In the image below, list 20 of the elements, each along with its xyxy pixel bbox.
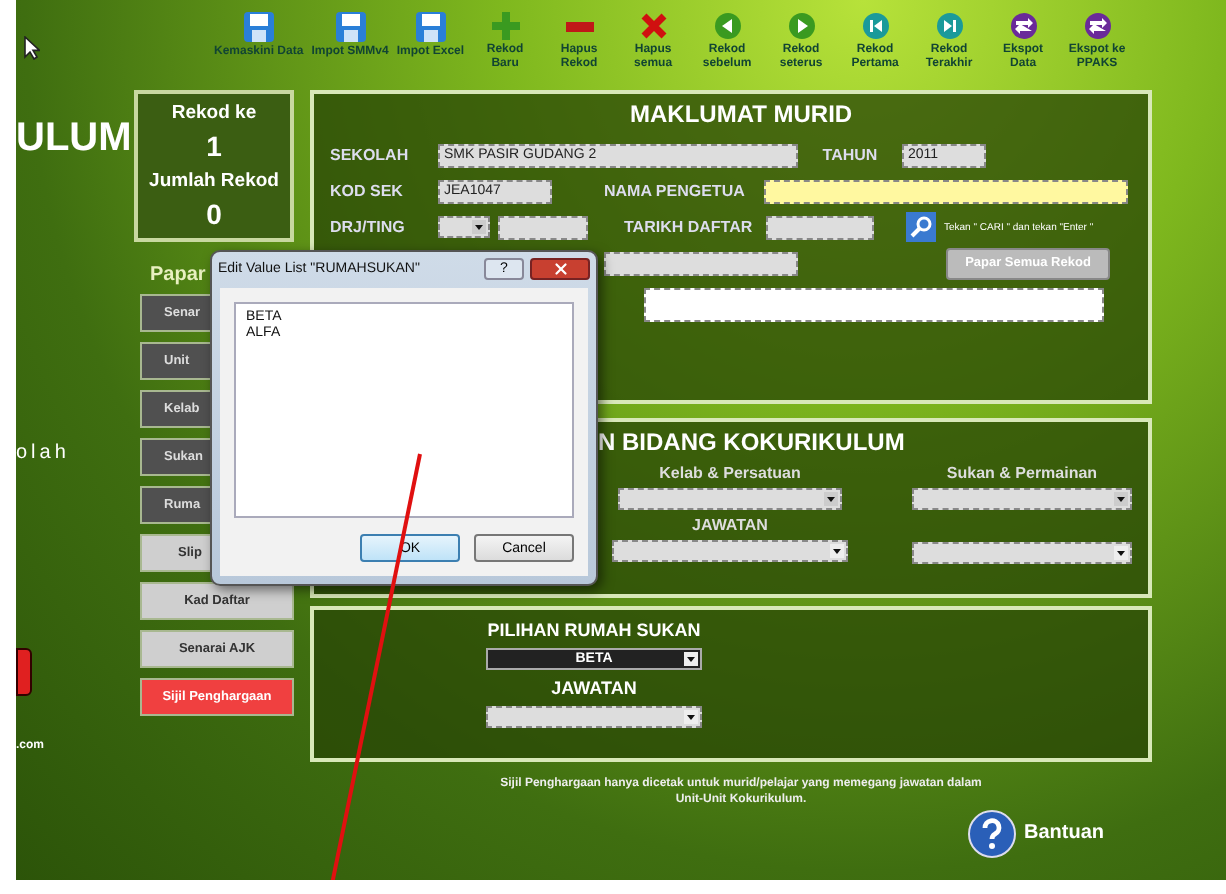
field-label: KOD SEK	[330, 182, 405, 200]
field-label: TARIKH DAFTAR	[622, 218, 755, 236]
column-label: JAWATAN	[692, 516, 768, 534]
panel-title: MAKLUMAT MURID	[628, 100, 855, 128]
total-number: 0	[206, 198, 222, 231]
subtitle: olah	[16, 442, 72, 464]
field-label: NAMA PENGETUA	[602, 182, 747, 200]
record-number: 1	[206, 130, 222, 163]
record-label: Rekod ke	[171, 101, 257, 124]
total-label: Jumlah Rekod	[149, 169, 279, 192]
panel-title: PILIHAN RUMAH SUKAN	[487, 620, 701, 640]
field-label: TAHUN	[820, 146, 880, 164]
field-label: SEKOLAH	[330, 146, 411, 164]
panel-title: N BIDANG KOKURIKULUM	[596, 428, 907, 456]
column-label: Kelab & Persatuan	[659, 464, 801, 482]
column-label: Sukan & Permainan	[946, 464, 1098, 482]
column-label: JAWATAN	[551, 678, 637, 698]
field-label: DRJ/TING	[330, 218, 407, 236]
app-title: ULUM	[16, 116, 126, 162]
menu-heading: Papar	[150, 264, 206, 286]
